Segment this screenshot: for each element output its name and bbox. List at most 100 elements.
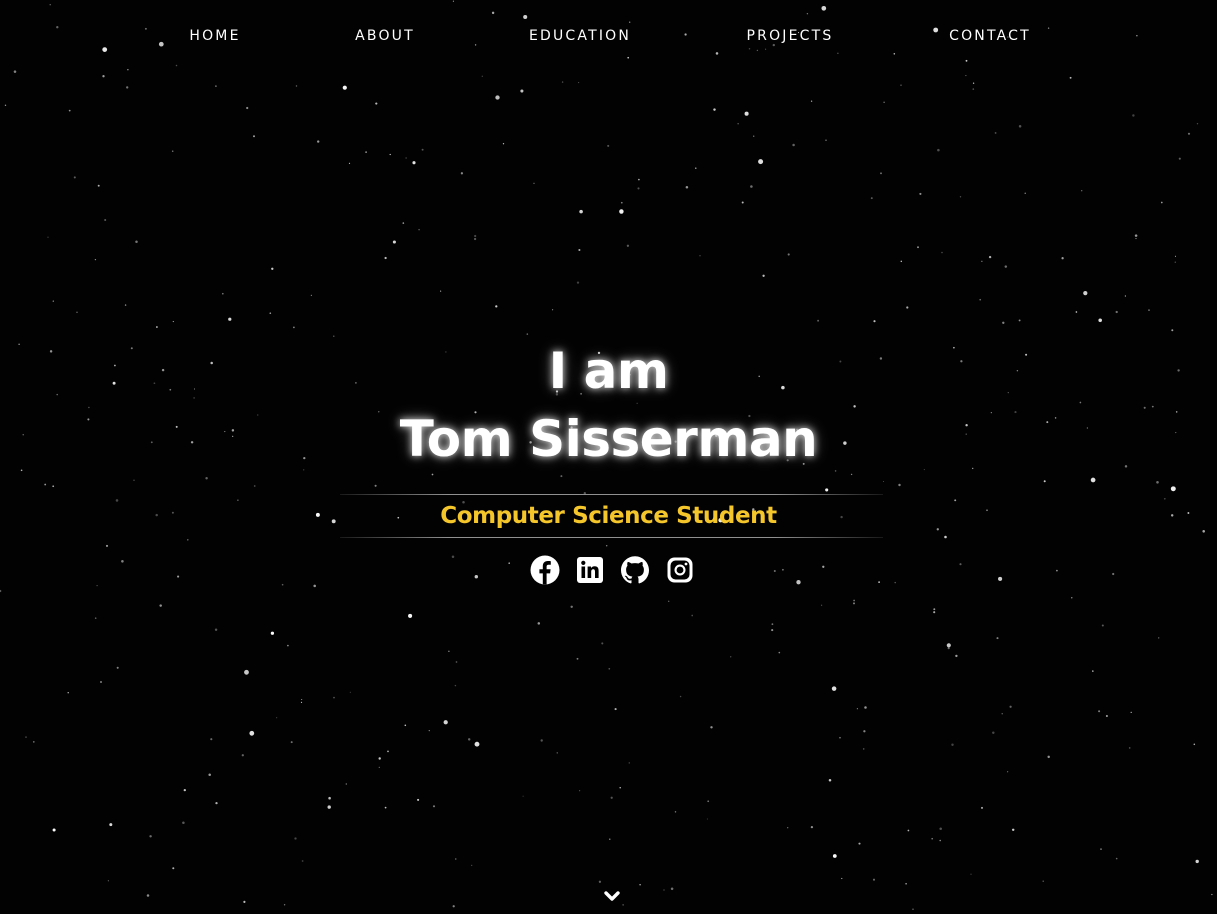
star — [109, 823, 113, 827]
subtitle-divider-top — [340, 494, 883, 495]
star — [939, 827, 942, 830]
star — [628, 762, 631, 764]
facebook-link[interactable] — [529, 554, 561, 586]
star — [758, 159, 764, 165]
star — [637, 187, 640, 190]
nav-about[interactable]: ABOUT — [355, 28, 415, 44]
star — [1174, 261, 1177, 263]
star — [432, 805, 436, 808]
star — [228, 317, 232, 321]
nav-home[interactable]: HOME — [189, 28, 240, 44]
star — [526, 333, 529, 335]
star — [810, 100, 813, 102]
star — [1098, 710, 1101, 713]
star — [317, 140, 320, 143]
star — [502, 143, 505, 145]
instagram-link[interactable] — [664, 554, 696, 586]
star — [1130, 711, 1132, 714]
star — [183, 788, 186, 792]
star — [939, 839, 941, 842]
star — [946, 643, 951, 648]
star — [670, 887, 674, 891]
star — [1069, 76, 1072, 79]
star — [579, 209, 583, 214]
star — [1148, 309, 1150, 311]
star — [601, 642, 604, 645]
star — [900, 260, 903, 263]
star — [1156, 481, 1159, 484]
github-link[interactable] — [619, 554, 651, 586]
star — [68, 109, 71, 112]
instagram-icon — [667, 557, 693, 583]
star — [1007, 771, 1009, 773]
star — [104, 218, 107, 222]
star — [221, 292, 224, 295]
star — [121, 560, 124, 563]
star — [707, 800, 710, 803]
star — [495, 95, 500, 100]
landing-page: HOME ABOUT EDUCATION PROJECTS CONTACT I … — [0, 0, 1217, 914]
star — [1174, 255, 1177, 257]
star — [146, 894, 150, 897]
star — [135, 240, 138, 244]
star — [937, 148, 940, 152]
star — [817, 319, 820, 322]
star — [387, 750, 389, 753]
star — [474, 234, 477, 238]
star — [1047, 755, 1050, 759]
star — [246, 106, 249, 110]
star — [241, 754, 244, 757]
star — [674, 811, 677, 813]
nav-education[interactable]: EDUCATION — [529, 28, 631, 44]
hero-intro-line: I am — [0, 338, 1217, 408]
star — [663, 889, 665, 891]
star — [556, 752, 558, 754]
star — [955, 654, 958, 658]
star — [281, 583, 284, 586]
star — [294, 837, 297, 840]
star — [576, 281, 580, 284]
star — [607, 144, 610, 147]
star — [994, 131, 997, 134]
star — [810, 825, 814, 829]
star — [1134, 234, 1138, 237]
star — [243, 900, 246, 903]
star — [94, 617, 97, 619]
star — [300, 701, 303, 704]
star — [172, 867, 175, 870]
linkedin-link[interactable] — [574, 554, 606, 586]
star — [787, 253, 790, 256]
social-links — [528, 554, 698, 586]
star — [404, 724, 407, 727]
scroll-down-button[interactable] — [601, 888, 623, 906]
star — [133, 479, 135, 481]
star — [96, 584, 98, 587]
star — [451, 555, 455, 558]
star — [762, 274, 765, 277]
star — [292, 326, 295, 329]
star — [301, 698, 303, 701]
star — [107, 880, 109, 882]
star — [933, 611, 936, 614]
star — [870, 197, 873, 200]
linkedin-icon — [577, 557, 603, 583]
star — [771, 623, 774, 626]
star — [750, 185, 753, 188]
star — [374, 484, 377, 487]
star — [215, 801, 218, 805]
star — [931, 837, 934, 840]
nav-contact[interactable]: CONTACT — [949, 28, 1031, 44]
star — [276, 717, 278, 719]
star — [872, 878, 876, 881]
nav-projects[interactable]: PROJECTS — [747, 28, 834, 44]
star — [820, 604, 823, 606]
star — [1158, 637, 1160, 639]
star — [1100, 848, 1102, 850]
star — [474, 575, 478, 579]
hero-name-line: Tom Sisserman — [0, 406, 1217, 476]
star — [412, 161, 416, 165]
star — [172, 321, 174, 323]
star — [417, 798, 420, 801]
star — [825, 488, 829, 492]
star — [287, 644, 289, 647]
